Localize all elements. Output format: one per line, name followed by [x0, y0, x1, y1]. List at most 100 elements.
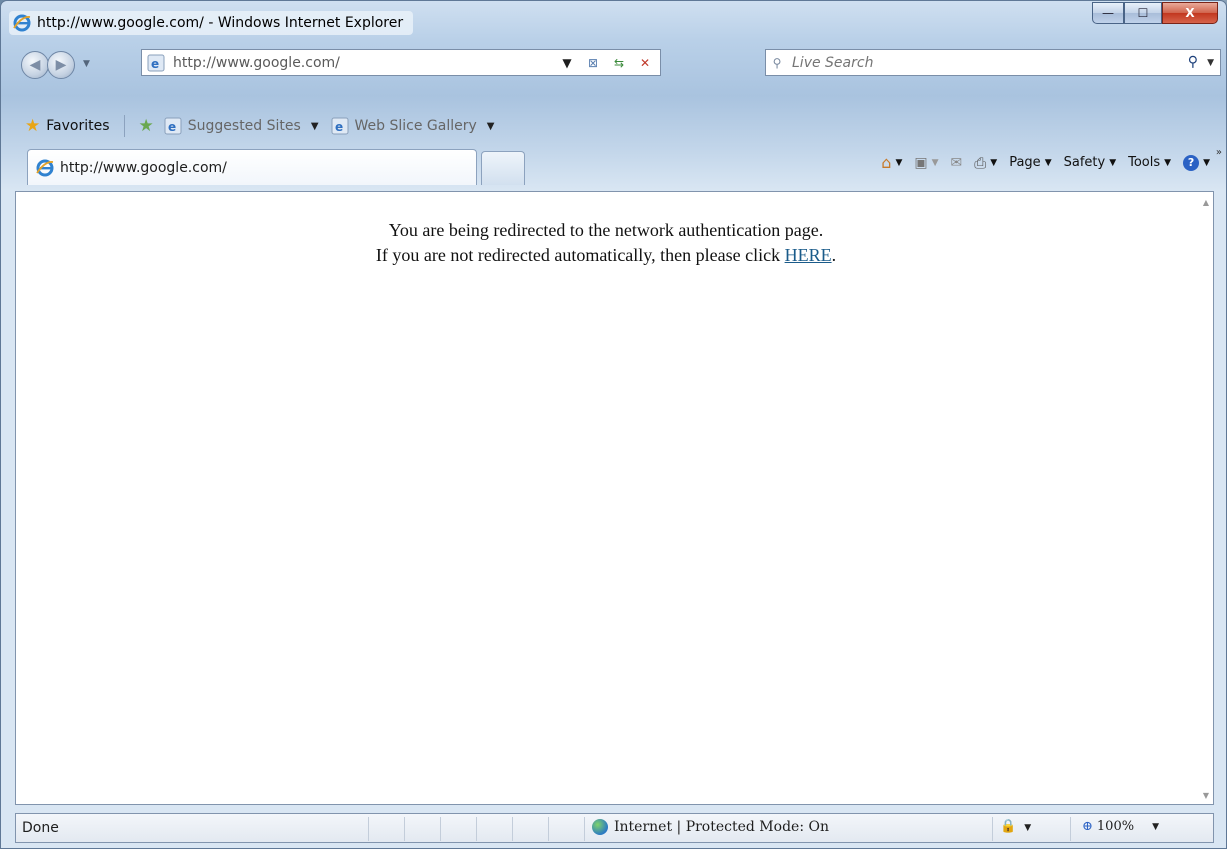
forward-icon: ▶ — [55, 57, 67, 73]
redirect-message: You are being redirected to the network … — [16, 218, 1196, 268]
zoom-control[interactable]: ⊕ 100% ▼ — [1082, 819, 1159, 834]
print-dropdown-icon: ▼ — [990, 157, 998, 168]
security-zone[interactable]: Internet | Protected Mode: On — [592, 819, 829, 835]
redirect-line-2-text: If you are not redirected automatically,… — [375, 245, 785, 265]
feeds-icon: ▣ — [914, 154, 928, 171]
suggested-sites-dropdown-icon: ▼ — [310, 120, 319, 132]
svg-text:e: e — [168, 120, 176, 134]
home-button[interactable]: ⌂ ▼ — [881, 153, 902, 172]
search-bar: ⚲ ⚲ ▼ — [765, 49, 1221, 76]
mail-icon: ✉ — [950, 154, 963, 171]
scroll-down-icon[interactable]: ▼ — [1203, 791, 1209, 800]
more-commands-icon[interactable]: » — [1216, 147, 1222, 158]
status-divider — [476, 817, 477, 841]
window-controls: — ☐ X — [1092, 2, 1218, 24]
status-divider — [512, 817, 513, 841]
window-title: http://www.google.com/ - Windows Interne… — [37, 15, 404, 31]
address-input[interactable] — [173, 54, 593, 71]
scroll-up-icon[interactable]: ▲ — [1203, 198, 1209, 207]
status-text: Done — [22, 820, 59, 836]
address-bar: e ▼ ⊠ ⇆ ✕ — [141, 49, 661, 76]
web-slice-gallery-link[interactable]: e Web Slice Gallery ▼ — [331, 117, 495, 135]
minimize-button[interactable]: — — [1092, 2, 1124, 24]
status-bar: Done Internet | Protected Mode: On 🔒 ▼ ⊕ … — [15, 813, 1214, 843]
tab-row: http://www.google.com/ ⌂ ▼ ▣ ▼ ✉ ⎙ ▼ Pag… — [1, 145, 1226, 187]
protected-mode-dropdown-icon: ▼ — [1024, 823, 1032, 833]
suggested-sites-link[interactable]: e Suggested Sites ▼ — [164, 117, 319, 135]
zoom-icon: ⊕ — [1082, 819, 1093, 834]
search-icon[interactable]: ⚲ — [1188, 54, 1198, 70]
tools-menu[interactable]: Tools ▼ — [1128, 155, 1171, 170]
here-link[interactable]: HERE — [785, 245, 832, 265]
page-icon: e — [147, 54, 165, 71]
zoom-level: 100% — [1096, 819, 1135, 834]
star-icon: ★ — [25, 116, 41, 136]
redirect-line-2-end: . — [831, 245, 837, 265]
address-tools: ▼ ⊠ ⇆ ✕ — [556, 53, 656, 73]
title-label: http://www.google.com/ - Windows Interne… — [9, 11, 414, 35]
divider — [123, 115, 125, 137]
stop-icon[interactable]: ✕ — [634, 53, 656, 73]
mail-button[interactable]: ✉ — [951, 155, 963, 171]
status-divider — [992, 817, 993, 841]
command-bar: ⌂ ▼ ▣ ▼ ✉ ⎙ ▼ Page ▼ Safety ▼ Tools ▼ ? … — [881, 153, 1210, 172]
ie-logo-icon — [13, 14, 31, 32]
forward-button[interactable]: ▶ — [47, 51, 75, 79]
feeds-dropdown-icon: ▼ — [931, 157, 939, 168]
help-icon: ? — [1183, 154, 1200, 171]
ie-page-icon: e — [331, 117, 349, 135]
tab-active[interactable]: http://www.google.com/ — [27, 149, 477, 185]
tools-dropdown-icon: ▼ — [1164, 157, 1172, 168]
favorites-button[interactable]: ★ Favorites — [25, 116, 110, 136]
browser-window: http://www.google.com/ - Windows Interne… — [0, 0, 1227, 849]
status-divider — [548, 817, 549, 841]
print-icon: ⎙ — [974, 153, 987, 172]
maximize-button[interactable]: ☐ — [1124, 2, 1162, 24]
search-options-dropdown-icon[interactable]: ▼ — [1207, 58, 1214, 68]
print-button[interactable]: ⎙ ▼ — [974, 154, 997, 172]
redirect-line-2: If you are not redirected automatically,… — [16, 243, 1196, 268]
add-favorite-icon[interactable]: ★ — [139, 116, 154, 136]
recent-pages-dropdown-icon[interactable]: ▼ — [83, 59, 90, 69]
search-provider-icon: ⚲ — [772, 55, 782, 70]
status-divider — [368, 817, 369, 841]
home-dropdown-icon: ▼ — [895, 157, 903, 168]
page-menu-label: Page — [1009, 155, 1041, 170]
address-dropdown-icon[interactable]: ▼ — [556, 53, 578, 73]
suggested-sites-label: Suggested Sites — [187, 118, 301, 134]
web-slice-gallery-label: Web Slice Gallery — [354, 118, 477, 134]
tab-title: http://www.google.com/ — [60, 159, 227, 176]
back-button[interactable]: ◀ — [21, 51, 49, 79]
safety-menu-label: Safety — [1063, 155, 1106, 170]
compatibility-icon[interactable]: ⊠ — [582, 53, 604, 73]
page-menu[interactable]: Page ▼ — [1009, 155, 1051, 170]
ie-page-icon: e — [164, 117, 182, 135]
protected-mode-icon[interactable]: 🔒 ▼ — [1000, 819, 1031, 834]
svg-text:e: e — [335, 120, 343, 134]
home-icon: ⌂ — [881, 153, 892, 172]
help-dropdown-icon: ▼ — [1203, 157, 1210, 168]
close-button[interactable]: X — [1162, 2, 1218, 24]
favorites-label: Favorites — [46, 118, 110, 134]
safety-menu[interactable]: Safety ▼ — [1064, 155, 1117, 170]
back-icon: ◀ — [29, 57, 41, 73]
help-menu[interactable]: ? ▼ — [1183, 154, 1210, 171]
feeds-button[interactable]: ▣ ▼ — [914, 155, 938, 171]
status-divider — [1070, 817, 1071, 841]
new-tab-button[interactable] — [481, 151, 525, 185]
status-divider — [440, 817, 441, 841]
web-slice-gallery-dropdown-icon: ▼ — [486, 120, 495, 132]
redirect-line-1: You are being redirected to the network … — [388, 220, 824, 240]
svg-text:e: e — [151, 57, 159, 71]
title-bar: http://www.google.com/ - Windows Interne… — [1, 1, 1226, 39]
globe-icon — [592, 819, 608, 835]
page-content: You are being redirected to the network … — [15, 191, 1214, 805]
tools-menu-label: Tools — [1128, 155, 1161, 170]
refresh-icon[interactable]: ⇆ — [608, 53, 630, 73]
security-zone-label: Internet | Protected Mode: On — [614, 819, 829, 835]
page-dropdown-icon: ▼ — [1044, 157, 1052, 168]
search-input[interactable] — [792, 54, 1172, 71]
status-divider — [404, 817, 405, 841]
navigation-bar: ◀ ▶ ▼ e ▼ ⊠ ⇆ ✕ ⚲ ⚲ ▼ — [1, 47, 1226, 81]
safety-dropdown-icon: ▼ — [1109, 157, 1117, 168]
